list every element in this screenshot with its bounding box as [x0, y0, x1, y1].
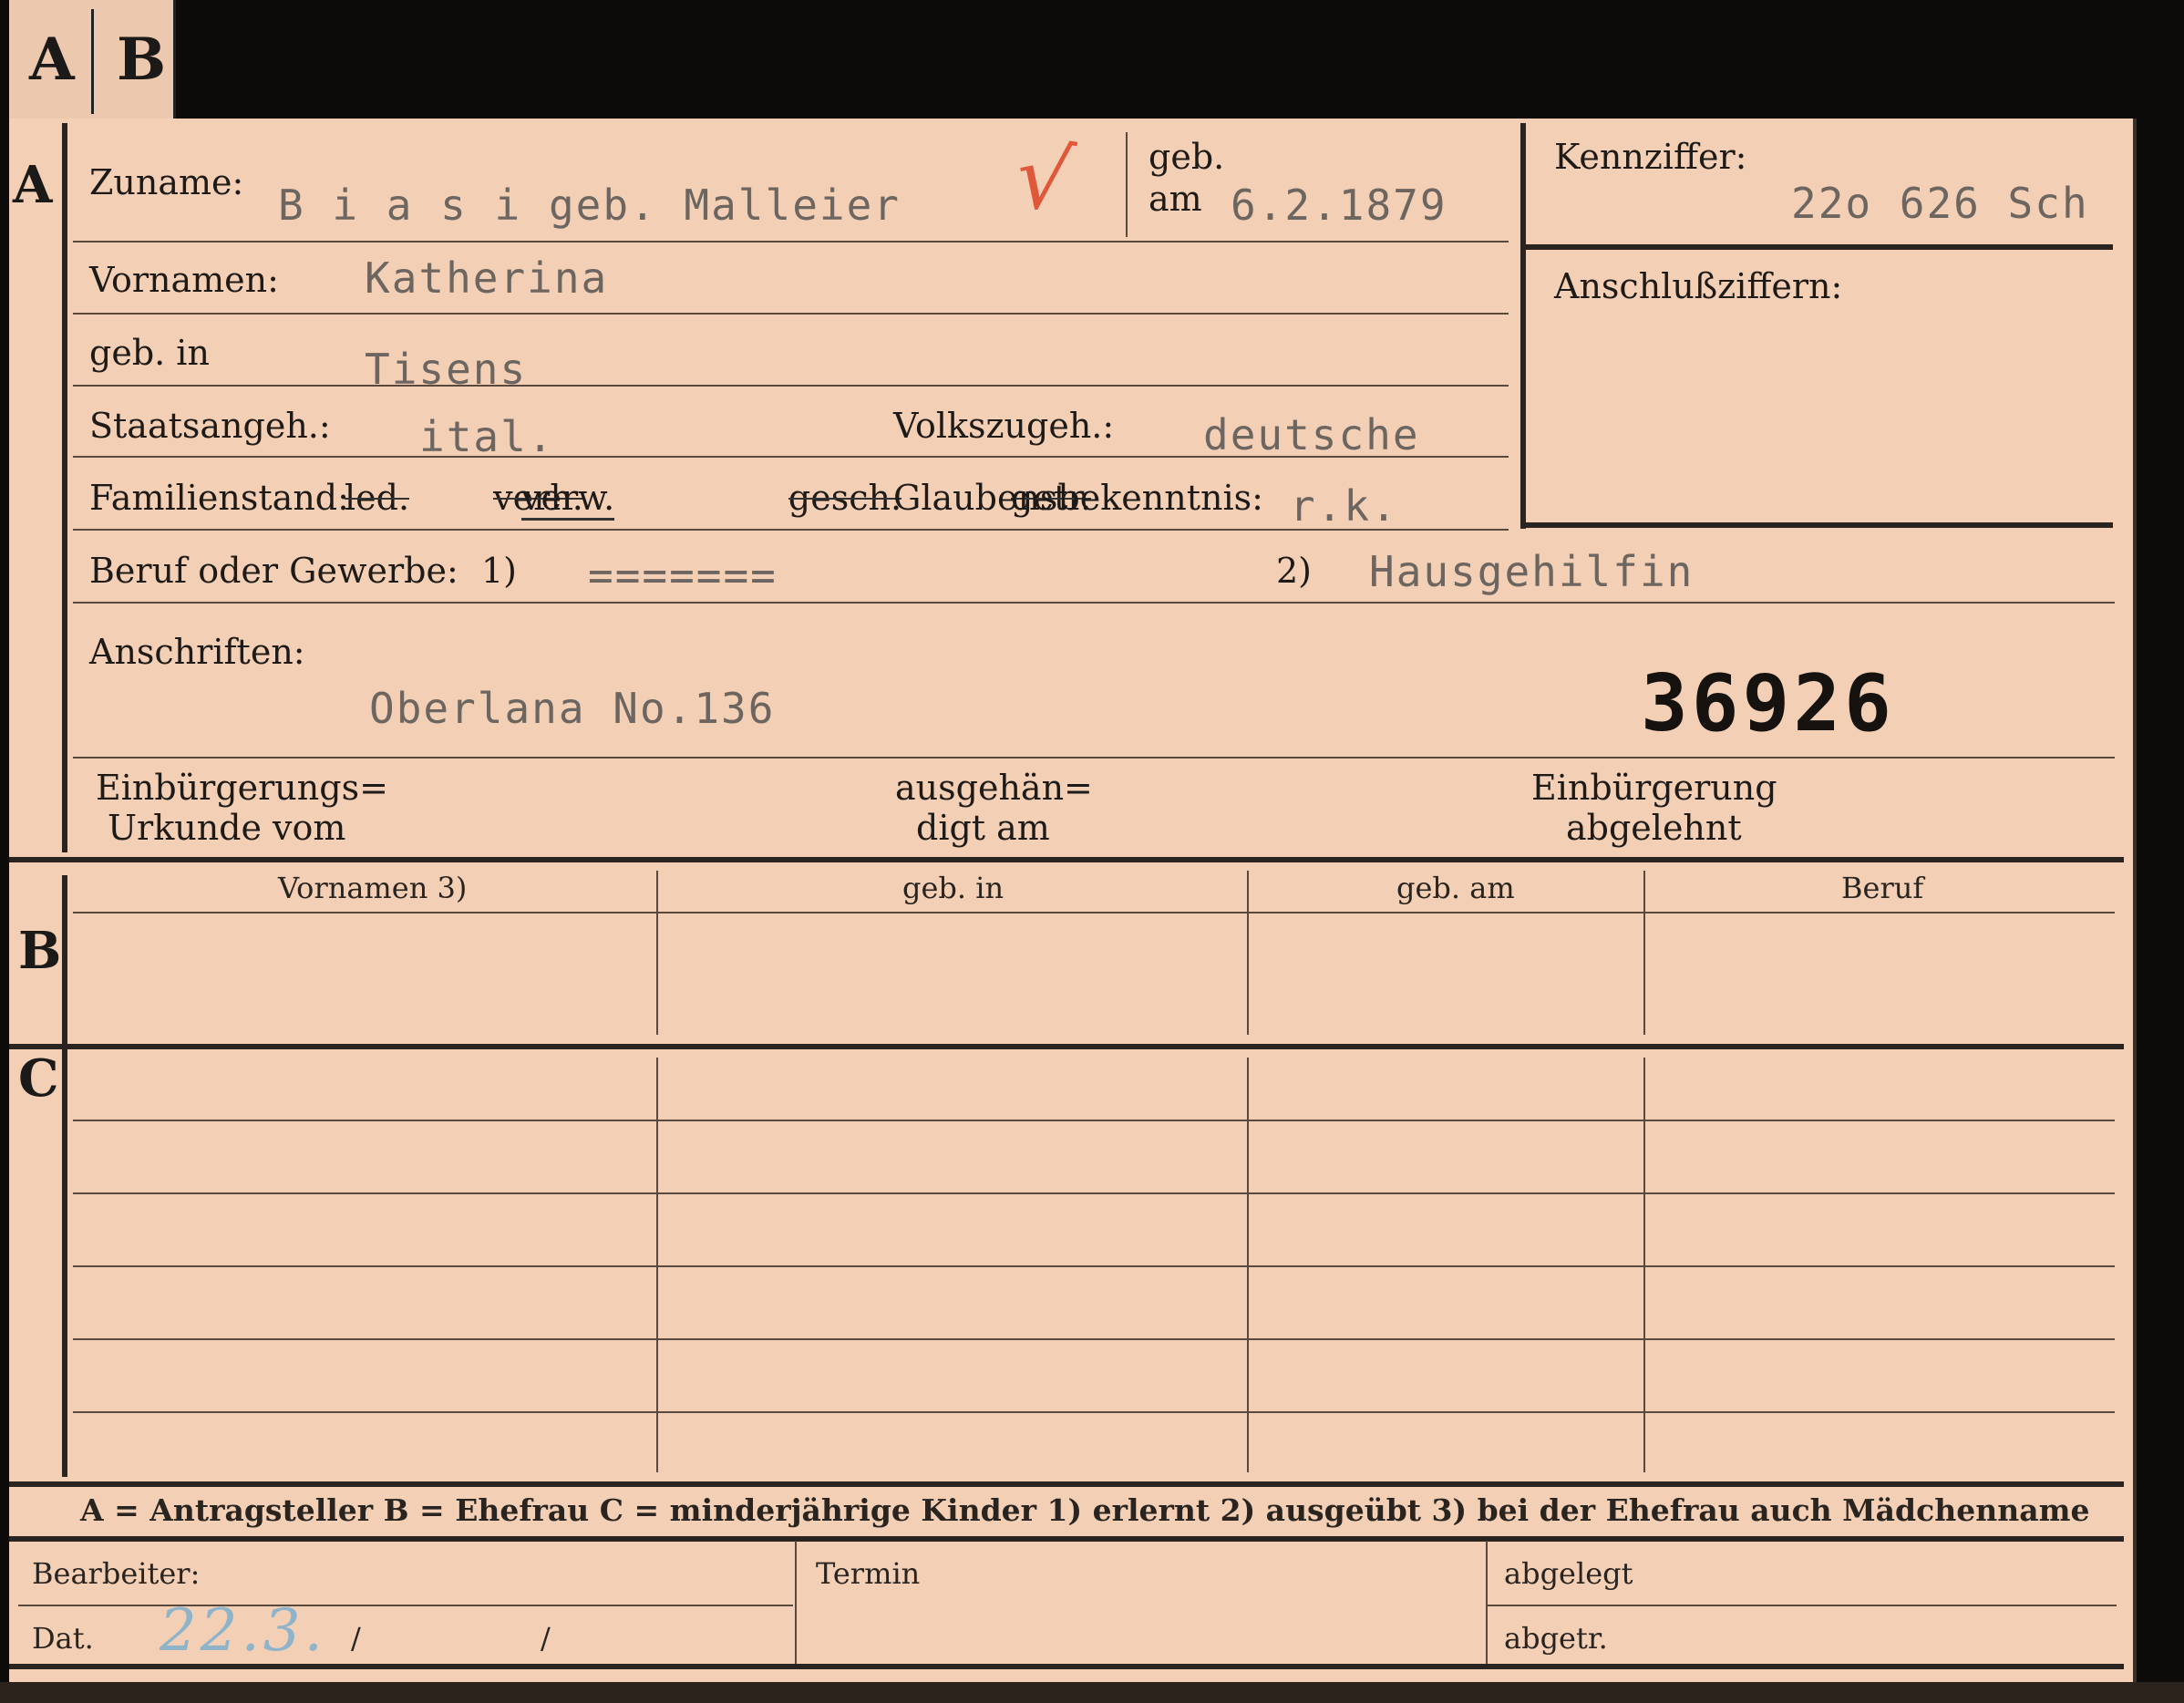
legend-top-border [9, 1481, 2124, 1487]
kennziffer-box-bottom [1520, 522, 2113, 528]
rule-anschriften [73, 757, 2115, 759]
table-header-geb-am: geb. am [1396, 871, 1515, 905]
glaubensbekenntnis-value: r.k. [1290, 481, 1398, 531]
footer-top-border [9, 1536, 2124, 1542]
familienstand-label: Familienstand: [89, 478, 349, 518]
c-row-rule [73, 1120, 2115, 1121]
glaubensbekenntnis-label: Glaubensbekenntnis: [893, 478, 1263, 518]
anschlussziffern-label: Anschlußziffern: [1554, 266, 1843, 306]
col-divider-1-b [656, 871, 658, 1035]
ausgehaen-label-1: ausgehän= [895, 768, 1093, 808]
tab-divider [91, 9, 94, 114]
ausgehaen-label-2: digt am [916, 808, 1050, 848]
vornamen-label: Vornamen: [89, 260, 279, 300]
geb-am-value: 6.2.1879 [1231, 181, 1447, 230]
c-row-rule [73, 1265, 2115, 1267]
col-divider-3-b [1643, 871, 1645, 1035]
kennziffer-box-left [1520, 123, 1526, 529]
c-row-rule [73, 1411, 2115, 1413]
familienstand-option-gesch: gesch. [788, 478, 902, 518]
table-header-geb-in: geb. in [902, 871, 1004, 905]
anschriften-label: Anschriften: [89, 632, 305, 672]
beruf-label: Beruf oder Gewerbe: [89, 551, 458, 591]
section-c-marker: C [18, 1048, 59, 1109]
kennziffer-value: 22o 626 Sch [1791, 179, 2089, 228]
geb-in-value: Tisens [365, 345, 528, 394]
footer-divider-1 [795, 1541, 797, 1664]
stamp-number: 36926 [1641, 658, 1895, 749]
vornamen-value: Katherina [365, 253, 609, 303]
staatsangeh-label: Staatsangeh.: [89, 406, 331, 446]
section-divider-bc [9, 1044, 2124, 1049]
section-divider-ab [9, 857, 2124, 862]
kennziffer-box-divider [1520, 244, 2113, 250]
volkszugeh-value: deutsche [1203, 410, 1420, 459]
anschrift-value: Oberlana No.136 [369, 684, 776, 733]
einbuergerung-label-1: Einbürgerung [1531, 768, 1777, 808]
am-label: am [1149, 179, 1202, 219]
einbuergerungs-label-2: Urkunde vom [108, 808, 346, 848]
bearbeiter-label: Bearbeiter: [32, 1556, 201, 1591]
dat-handwritten-value: 22.3. [160, 1597, 326, 1665]
rule-beruf [73, 602, 2115, 604]
termin-label: Termin [816, 1556, 921, 1591]
volkszugeh-label: Volkszugeh.: [893, 406, 1115, 446]
c-row-rule [73, 1338, 2115, 1340]
dat-slash-2: / [541, 1621, 551, 1656]
footer-rule-right [1488, 1605, 2117, 1606]
col-divider-2-b [1247, 871, 1249, 1035]
section-bc-border [62, 875, 67, 1477]
kennziffer-label: Kennziffer: [1554, 137, 1747, 177]
card-bottom-edge [0, 1682, 2184, 1703]
section-a-border [62, 123, 67, 852]
footer-divider-2 [1486, 1541, 1488, 1664]
beruf-erlernt-value: ======= [588, 551, 778, 600]
beruf-note-1: 1) [481, 551, 518, 591]
c-row-rule [73, 1192, 2115, 1194]
familienstand-option-verw: verw. [521, 478, 615, 521]
rule-geb-in [73, 385, 1509, 387]
footer-rule-left [18, 1605, 793, 1606]
table-header-rule [73, 912, 2115, 913]
abgetr-label: abgetr. [1504, 1621, 1608, 1656]
section-b-marker: B [18, 921, 62, 981]
tab-b[interactable]: B [117, 26, 166, 94]
tab-a[interactable]: A [29, 26, 75, 94]
dat-label: Dat. [32, 1621, 94, 1656]
footer-bottom-border [9, 1664, 2124, 1669]
beruf-ausgeuebt-value: Hausgehilfin [1369, 547, 1695, 596]
einbuergerungs-label-1: Einbürgerungs= [96, 768, 388, 808]
rule-vornamen [73, 313, 1509, 315]
staatsangeh-value: ital. [419, 412, 555, 461]
familienstand-option-led: led. [345, 478, 410, 518]
rule-zuname [73, 241, 1509, 243]
geb-label: geb. [1149, 137, 1225, 177]
geb-in-label: geb. in [89, 333, 210, 373]
abgelegt-label: abgelegt [1504, 1556, 1633, 1591]
table-header-vornamen: Vornamen 3) [278, 871, 468, 905]
legend-text: A = Antragsteller B = Ehefrau C = minder… [80, 1492, 2090, 1528]
table-header-beruf: Beruf [1841, 871, 1924, 905]
zuname-label: Zuname: [89, 162, 244, 202]
geb-am-divider [1126, 132, 1128, 237]
dat-slash-1: / [351, 1621, 361, 1656]
zuname-value: B i a s i geb. Malleier [278, 181, 901, 230]
section-a-marker: A [13, 155, 53, 215]
einbuergerung-label-2: abgelehnt [1566, 808, 1742, 848]
beruf-note-2: 2) [1276, 551, 1313, 591]
